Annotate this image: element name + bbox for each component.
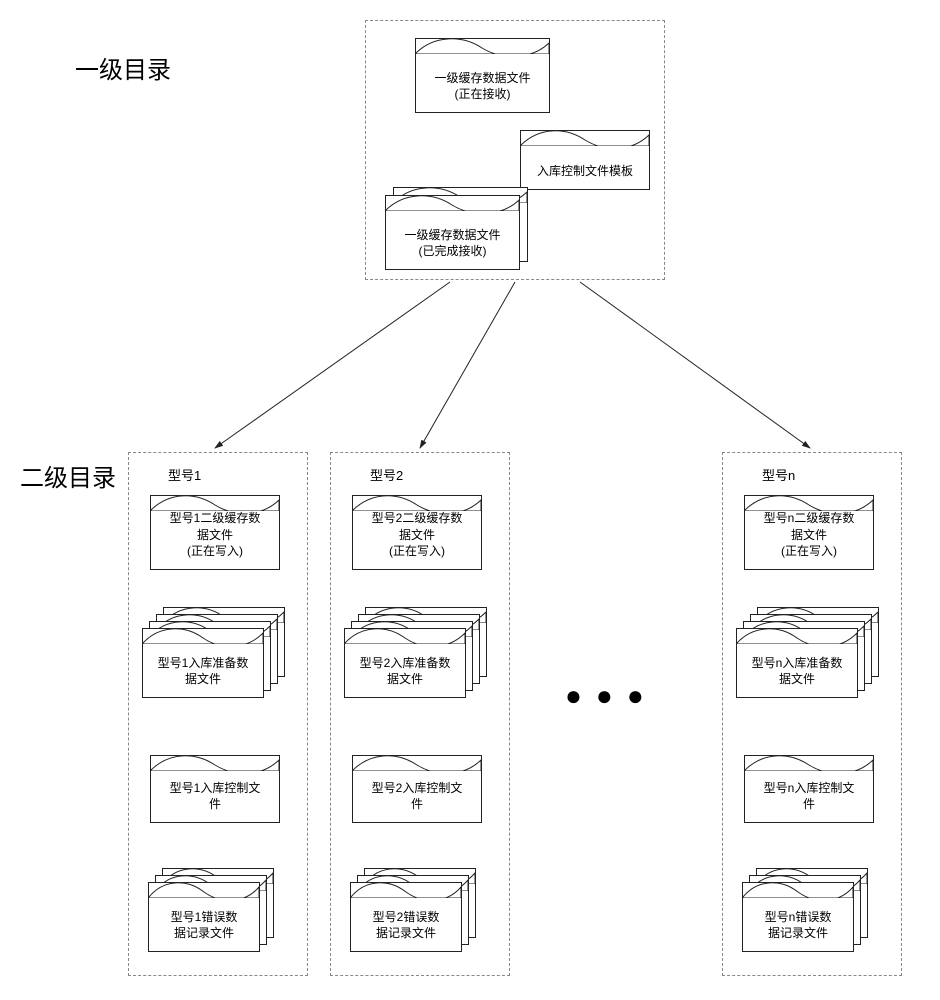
file-text: 据文件 [387,672,423,686]
file-text: (正在写入) [187,544,243,558]
file-text: 型号1错误数 [171,910,238,924]
col1-cache: 型号1二级缓存数 据文件 (正在写入) [150,495,280,570]
file-text: 型号2二级缓存数 [372,511,463,525]
col1-prep-stack: 型号1入库准备数 据文件 [142,628,292,718]
col2-title: 型号2 [370,465,403,484]
coln-ctrl: 型号n入库控制文 件 [744,755,874,823]
file-text: 型号n入库控制文 [764,781,855,795]
level1-label: 一级目录 [75,50,171,85]
file-template: 入库控制文件模板 [520,130,650,190]
file-text: 型号2错误数 [373,910,440,924]
file-text: 据记录文件 [768,926,828,940]
level2-label: 二级目录 [20,458,116,493]
file-text: 据记录文件 [174,926,234,940]
file-text: 型号1入库准备数 [158,656,249,670]
file-text: 型号1二级缓存数 [170,511,261,525]
file-text: 据文件 [197,528,233,542]
file-text: (正在写入) [389,544,445,558]
file-text: 据记录文件 [376,926,436,940]
file-text: 件 [411,797,423,811]
col2-ctrl: 型号2入库控制文 件 [352,755,482,823]
file-text: 件 [803,797,815,811]
file-l1-receiving: 一级缓存数据文件 (正在接收) [415,38,550,113]
ellipsis: ●●● [565,680,658,712]
file-text: 型号n入库准备数 [752,656,843,670]
file-text: (正在接收) [455,87,511,101]
coln-err-stack: 型号n错误数 据记录文件 [742,882,882,964]
file-text: 件 [209,797,221,811]
file-text: 型号n错误数 [765,910,832,924]
coln-cache: 型号n二级缓存数 据文件 (正在写入) [744,495,874,570]
file-text: 一级缓存数据文件 [404,228,500,242]
file-text: 入库控制文件模板 [537,164,633,178]
col2-err-stack: 型号2错误数 据记录文件 [350,882,490,964]
file-text: 型号1入库控制文 [170,781,261,795]
file-text: 据文件 [185,672,221,686]
file-text: 一级缓存数据文件 [434,71,530,85]
file-text: (正在写入) [781,544,837,558]
diagram-root: 一级目录 一级缓存数据文件 (正在接收) 入库控制文件模板 [20,20,920,980]
col2-prep-stack: 型号2入库准备数 据文件 [344,628,494,718]
file-text: 型号2入库准备数 [360,656,451,670]
file-text: 据文件 [399,528,435,542]
file-text: 据文件 [779,672,815,686]
file-text: 型号2入库控制文 [372,781,463,795]
coln-prep-stack: 型号n入库准备数 据文件 [736,628,886,718]
col1-title: 型号1 [168,465,201,484]
coln-title: 型号n [762,465,795,484]
file-text: 据文件 [791,528,827,542]
col1-err-stack: 型号1错误数 据记录文件 [148,882,288,964]
col2-cache: 型号2二级缓存数 据文件 (正在写入) [352,495,482,570]
col1-ctrl: 型号1入库控制文 件 [150,755,280,823]
file-text: (已完成接收) [419,244,487,258]
file-text: 型号n二级缓存数 [764,511,855,525]
file-l1-done-stack: 一级缓存数据文件 (已完成接收) [385,195,530,275]
